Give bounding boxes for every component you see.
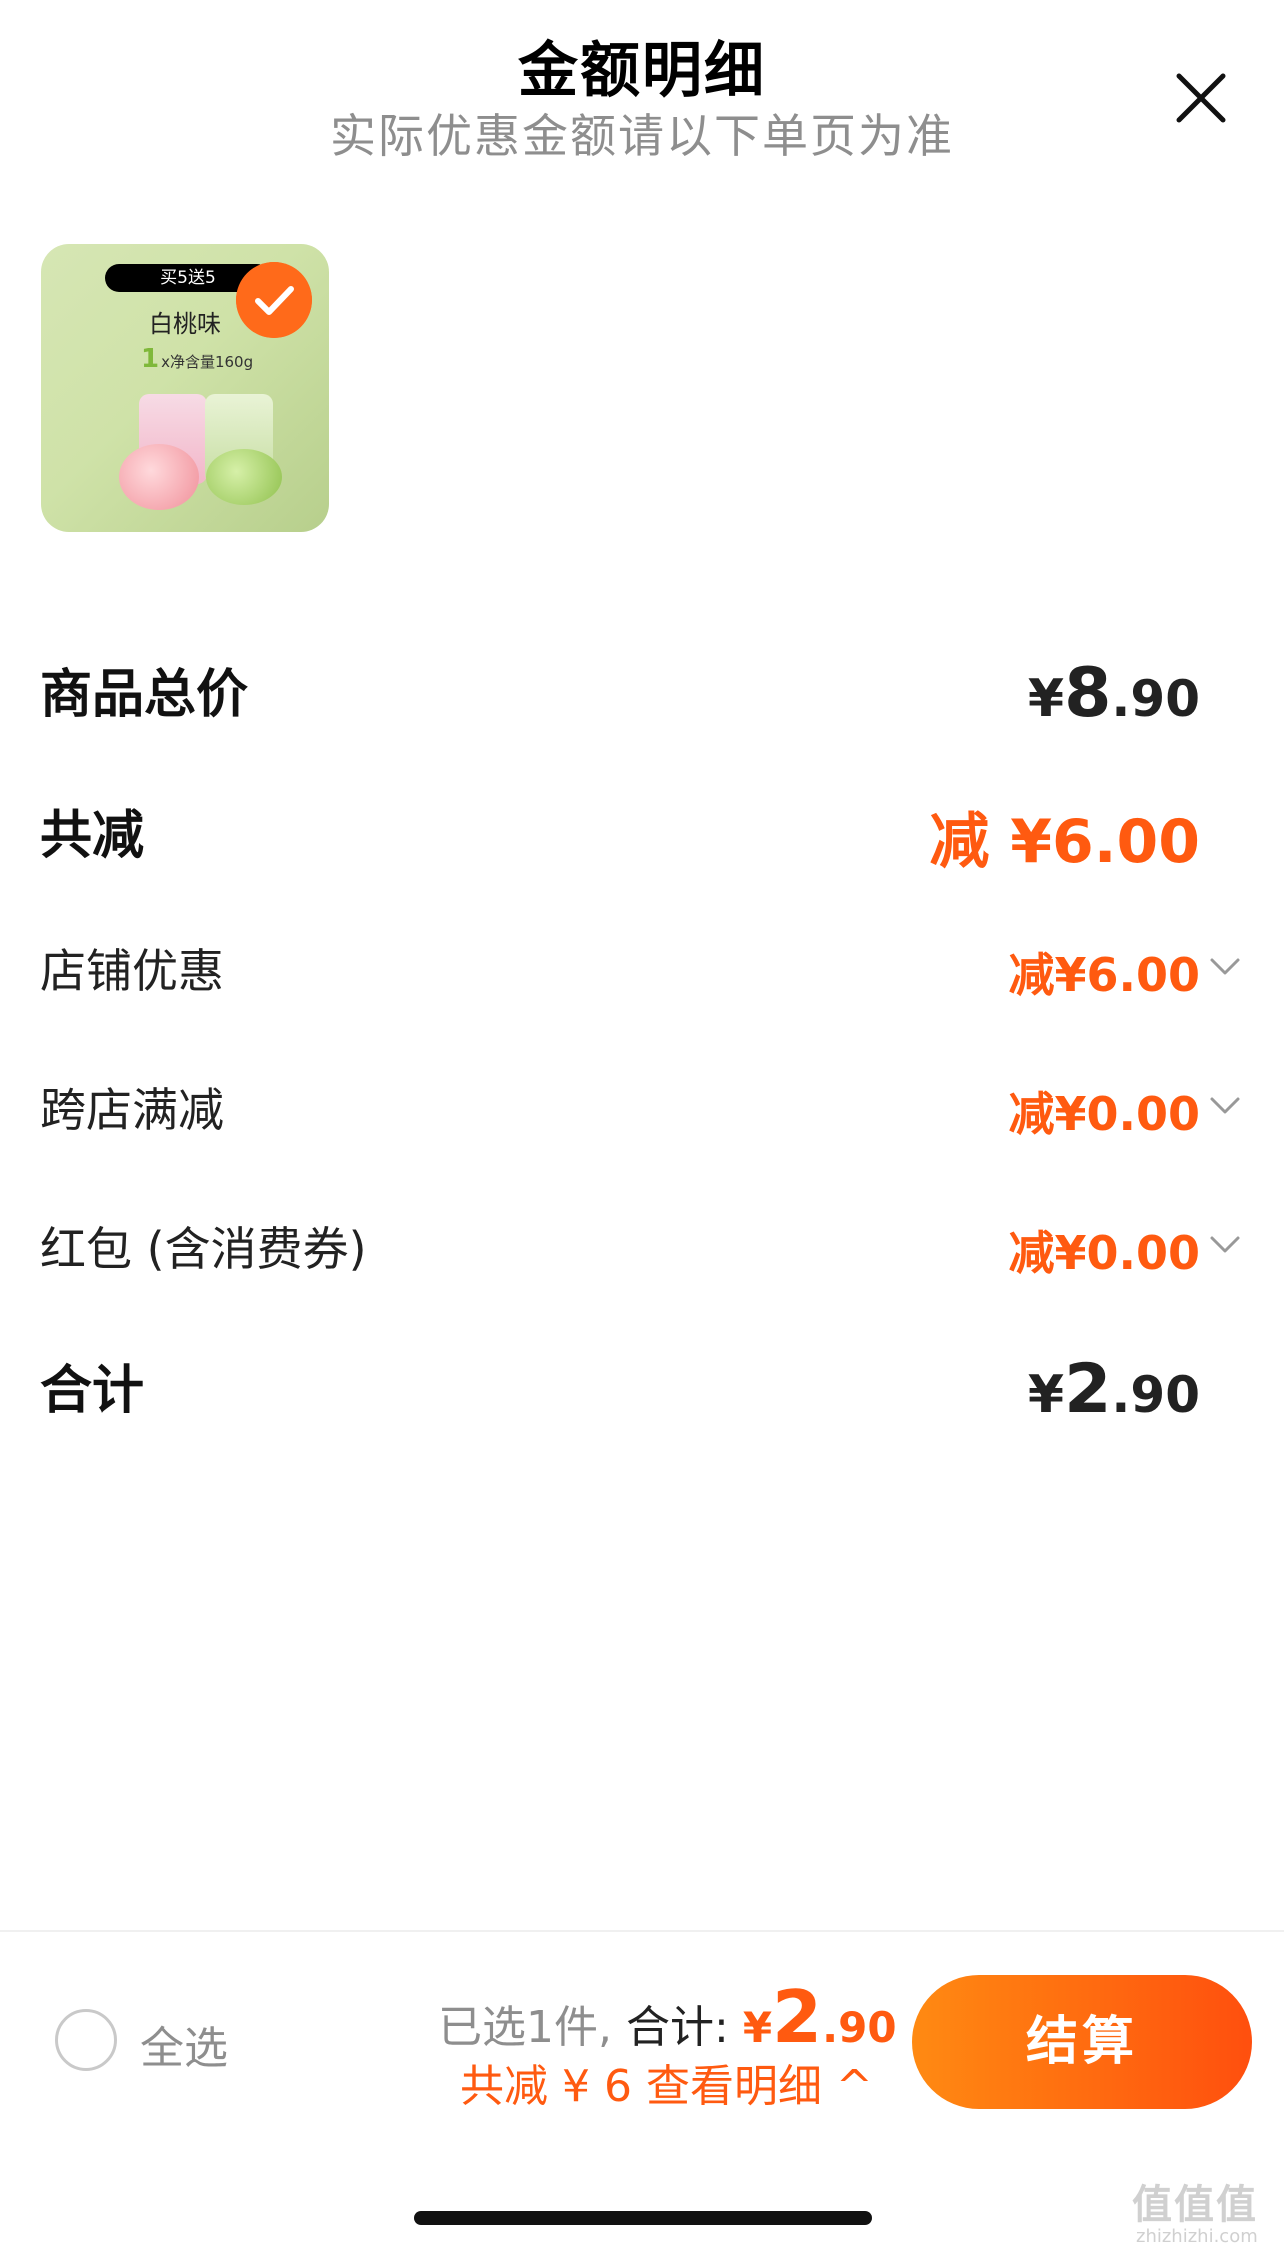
total-price-row: 商品总价 ¥8.90 [40,652,1200,733]
cross-store-label: 跨店满减 [40,1083,224,1137]
peach-fruit-image [119,444,199,510]
shop-discount-label: 店铺优惠 [40,944,224,998]
total-price-label: 商品总价 [40,665,249,725]
sum-value: ¥2.90 [1028,1350,1200,1429]
grape-fruit-image [206,449,282,505]
product-spec: 1 x净含量160g [141,344,253,374]
sum-yen: ¥ [1027,1365,1065,1425]
sum-int: 2 [1064,1350,1112,1429]
total-price-value: ¥8.90 [1028,654,1200,733]
selected-total-yen: ¥ [742,2003,773,2052]
select-all-radio[interactable] [55,2009,117,2071]
red-packet-value: 减¥0.00 [1008,1226,1200,1280]
total-reduce-value: 减 ¥6.00 [929,807,1200,877]
chevron-down-icon[interactable] [1208,950,1242,984]
header: 金额明细 实际优惠金额请以下单页为准 [0,0,1284,180]
chevron-down-icon[interactable] [1208,1089,1242,1123]
cross-store-row[interactable]: 跨店满减 减¥0.00 [40,1074,1200,1144]
watermark-logo: 值值值 [1132,2182,1258,2228]
checkout-button[interactable]: 结算 [912,1975,1252,2109]
page-title: 金额明细 [518,36,766,106]
total-price-int: 8 [1064,654,1112,733]
selected-total-int: 2 [772,1975,823,2059]
selected-total-label: 合计: [625,2002,729,2053]
selected-count-text: 已选1件, [438,2002,612,2053]
product-spec-text: x净含量160g [161,353,254,371]
bottom-divider [0,1930,1284,1932]
view-details-link[interactable]: 共减 ¥ 6 查看明细 ^ [460,2050,873,2114]
page-subtitle: 实际优惠金额请以下单页为准 [330,109,954,163]
total-price-dec: .90 [1111,670,1200,728]
total-reduce-label: 共减 [40,806,145,866]
selected-total-dec: .90 [822,2003,897,2052]
sum-label: 合计 [40,1361,145,1421]
sum-row: 合计 ¥2.90 [40,1348,1200,1429]
selected-summary: 已选1件, 合计: ¥2.90 [438,1975,897,2059]
shop-discount-row[interactable]: 店铺优惠 减¥6.00 [40,935,1200,1005]
red-packet-label: 红包 (含消费券) [40,1222,367,1276]
chevron-down-icon[interactable] [1208,1228,1242,1262]
home-indicator [414,2211,872,2225]
watermark-url: zhizhizhi.com [1136,2226,1258,2247]
sum-dec: .90 [1111,1366,1200,1424]
checkmark-icon[interactable] [236,262,312,338]
product-count: 1 [141,344,160,374]
red-packet-row[interactable]: 红包 (含消费券) 减¥0.00 [40,1213,1200,1283]
select-all-label[interactable]: 全选 [140,2012,228,2076]
cross-store-value: 减¥0.00 [1008,1087,1200,1141]
shop-discount-value: 减¥6.00 [1008,948,1200,1002]
total-price-yen: ¥ [1027,669,1065,729]
close-icon[interactable] [1173,70,1229,126]
total-reduce-row: 共减 减 ¥6.00 [40,793,1200,877]
